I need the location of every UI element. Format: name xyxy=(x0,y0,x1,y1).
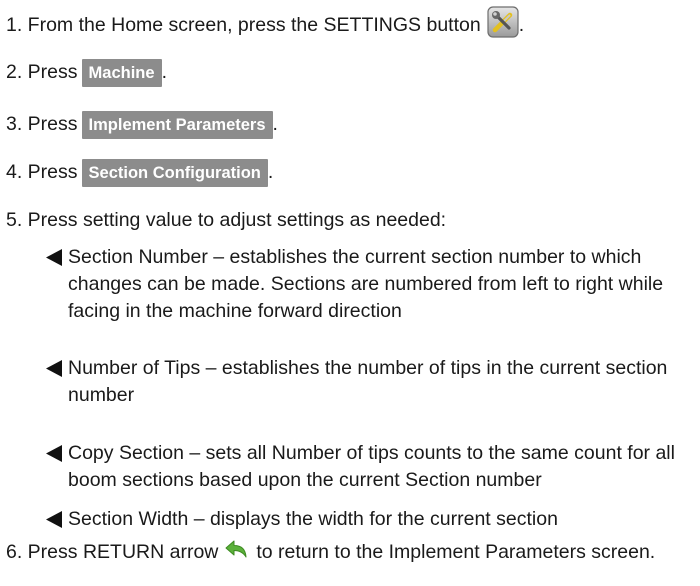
instruction-document: 1. From the Home screen, press the SETTI… xyxy=(0,0,700,586)
bullet-text: Number of Tips – establishes the number … xyxy=(68,357,668,406)
section-configuration-button[interactable]: Section Configuration xyxy=(81,158,268,187)
step-1-end: . xyxy=(518,14,525,37)
step-6-text-b: to return to the Implement Parameters sc… xyxy=(256,541,656,564)
bullet-text: Copy Section – sets all Number of tips c… xyxy=(68,442,675,491)
step-4-end: . xyxy=(267,161,274,183)
step-4: 4. Press Section Configuration. xyxy=(6,158,273,187)
left-triangle-icon xyxy=(46,445,62,462)
step-2-text: 2. Press xyxy=(6,61,78,83)
bullet-text: Section Width – displays the width for t… xyxy=(68,508,558,530)
left-triangle-icon xyxy=(46,360,62,377)
left-triangle-icon xyxy=(46,249,62,266)
step-3-text: 3. Press xyxy=(6,113,78,135)
step-6-text-a: 6. Press RETURN arrow xyxy=(6,541,219,564)
implement-parameters-button[interactable]: Implement Parameters xyxy=(81,110,273,139)
step-1: 1. From the Home screen, press the SETTI… xyxy=(6,6,524,46)
step-5: 5. Press setting value to adjust setting… xyxy=(6,206,446,234)
step-1-text: 1. From the Home screen, press the SETTI… xyxy=(6,14,481,37)
step-5-text: 5. Press setting value to adjust setting… xyxy=(6,209,447,231)
step-4-text: 4. Press xyxy=(6,161,78,183)
step-3-end: . xyxy=(272,113,278,135)
bullet-item-section-width: Section Width – displays the width for t… xyxy=(44,506,694,533)
step-3: 3. Press Implement Parameters. xyxy=(6,110,278,139)
bullet-item-copy-section: Copy Section – sets all Number of tips c… xyxy=(44,440,694,494)
step-2-end: . xyxy=(161,61,167,83)
left-triangle-icon xyxy=(46,511,62,528)
bullet-item-number-of-tips: Number of Tips – establishes the number … xyxy=(44,355,694,409)
step-2: 2. Press Machine. xyxy=(6,58,167,87)
settings-tools-icon xyxy=(487,6,519,46)
step-6: 6. Press RETURN arrow to return to the I… xyxy=(6,538,686,568)
bullet-text: Section Number – establishes the current… xyxy=(68,246,664,322)
return-arrow-icon xyxy=(224,538,250,568)
bullet-item-section-number: Section Number – establishes the current… xyxy=(44,244,694,325)
machine-button[interactable]: Machine xyxy=(81,58,162,87)
